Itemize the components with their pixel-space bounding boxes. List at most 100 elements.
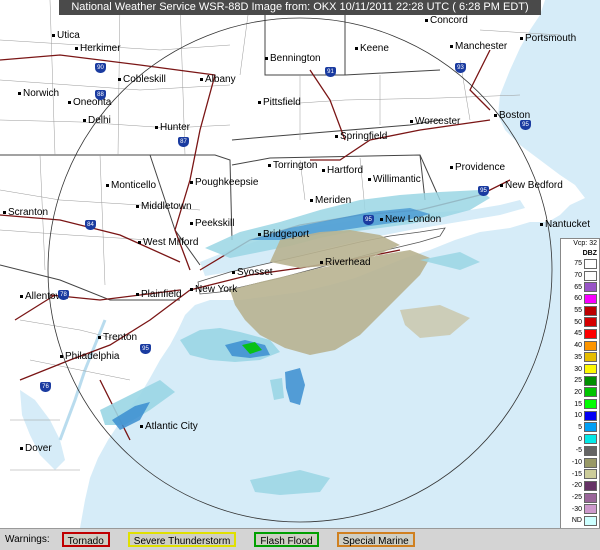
city-name: New London: [385, 214, 442, 225]
city-marker-icon: [258, 232, 261, 236]
legend-color-swatch: [584, 469, 597, 480]
city-label-trenton: Trenton: [98, 332, 137, 343]
city-name: Willimantic: [373, 174, 421, 185]
legend-color-swatch: [584, 340, 597, 351]
city-marker-icon: [138, 240, 141, 244]
city-name: Philadelphia: [65, 351, 120, 362]
legend-row: -30: [561, 503, 599, 515]
city-label-new-london: New London: [380, 214, 441, 225]
city-name: Albany: [205, 74, 236, 85]
city-marker-icon: [258, 100, 261, 104]
legend-color-swatch: [584, 457, 597, 468]
legend-row: -15: [561, 468, 599, 480]
severe-thunderstorm-warning-button[interactable]: Severe Thunderstorm: [127, 532, 237, 547]
legend-color-swatch: [584, 515, 597, 526]
city-label-riverhead: Riverhead: [320, 257, 371, 268]
legend-color-swatch: [584, 492, 597, 503]
city-marker-icon: [450, 44, 453, 48]
legend-row: 0: [561, 433, 599, 445]
special-marine-warning-button[interactable]: Special Marine: [336, 532, 415, 547]
legend-value: 55: [574, 307, 582, 315]
city-marker-icon: [75, 46, 78, 50]
city-label-torrington: Torrington: [268, 160, 317, 171]
legend-color-swatch: [584, 434, 597, 445]
city-label-hartford: Hartford: [322, 165, 363, 176]
city-marker-icon: [450, 165, 453, 169]
interstate-shield-icon: 95: [363, 215, 374, 225]
city-marker-icon: [20, 294, 23, 298]
legend-row: -10: [561, 457, 599, 469]
city-marker-icon: [190, 180, 193, 184]
city-marker-icon: [140, 424, 143, 428]
legend-row: 40: [561, 340, 599, 352]
city-name: Plainfield: [141, 289, 182, 300]
legend-value: 65: [574, 283, 582, 291]
city-name: Portsmouth: [525, 33, 577, 44]
city-name: Pittsfield: [263, 97, 301, 108]
city-marker-icon: [98, 335, 101, 339]
city-marker-icon: [380, 217, 383, 221]
legend-value: 15: [574, 400, 582, 408]
city-marker-icon: [425, 18, 428, 22]
city-label-meriden: Meriden: [310, 195, 351, 206]
legend-row: 50: [561, 316, 599, 328]
city-marker-icon: [355, 46, 358, 50]
city-name: Bridgeport: [263, 229, 310, 240]
legend-color-swatch: [584, 270, 597, 281]
city-label-dover: Dover: [20, 443, 52, 454]
city-name: Manchester: [455, 41, 508, 52]
flash-flood-warning-button[interactable]: Flash Flood: [254, 532, 319, 547]
city-name: Torrington: [273, 160, 318, 171]
warnings-bar: Warnings: Tornado Severe Thunderstorm Fl…: [0, 528, 600, 550]
legend-value: 60: [574, 295, 582, 303]
legend-row: 30: [561, 363, 599, 375]
legend-row: 5: [561, 422, 599, 434]
city-name: Cobleskill: [123, 74, 166, 85]
city-name: Middletown: [141, 201, 192, 212]
legend-value: -5: [575, 447, 582, 455]
city-name: Monticello: [111, 180, 157, 191]
warnings-label: Warnings:: [5, 534, 50, 545]
legend-value: -15: [571, 470, 582, 478]
city-marker-icon: [268, 163, 271, 167]
city-name: New Bedford: [505, 180, 563, 191]
city-label-utica: Utica: [52, 30, 80, 41]
legend-row: ND: [561, 515, 599, 527]
legend-row: 20: [561, 387, 599, 399]
city-marker-icon: [310, 198, 313, 202]
city-marker-icon: [520, 36, 523, 40]
legend-scale: 75 70 65 60 55 50 45 40 35 30 25 20 15 10 5 0 -5 -10 -15 -2…: [561, 258, 599, 527]
interstate-shield-icon: 78: [58, 290, 69, 300]
legend-value: 70: [574, 272, 582, 280]
city-name: Nantucket: [545, 219, 591, 230]
city-label-west-milford: West Milford: [138, 237, 198, 248]
legend-row: 75: [561, 258, 599, 270]
city-marker-icon: [20, 446, 23, 450]
city-marker-icon: [136, 292, 139, 296]
city-marker-icon: [368, 177, 371, 181]
city-label-hunter: Hunter: [155, 122, 190, 133]
interstate-shield-icon: 95: [140, 344, 151, 354]
dbz-legend: Vcp: 32 DBZ 75 70 65 60 55 50 45 40 35 30 25 20 15 10…: [560, 238, 600, 546]
city-marker-icon: [136, 204, 139, 208]
city-name: Bennington: [270, 53, 321, 64]
legend-row: 70: [561, 270, 599, 282]
city-marker-icon: [60, 354, 63, 358]
city-name: New York: [195, 284, 238, 295]
city-marker-icon: [200, 77, 203, 81]
legend-value: 40: [574, 342, 582, 350]
city-marker-icon: [322, 168, 325, 172]
city-label-delhi: Delhi: [83, 115, 111, 126]
city-label-nantucket: Nantucket: [540, 219, 590, 230]
tornado-warning-button[interactable]: Tornado: [61, 532, 110, 547]
legend-row: 60: [561, 293, 599, 305]
city-name: Scranton: [8, 207, 49, 218]
legend-color-swatch: [584, 399, 597, 410]
legend-row: -25: [561, 492, 599, 504]
interstate-shield-icon: 76: [40, 382, 51, 392]
city-name: Norwich: [23, 88, 60, 99]
city-label-bennington: Bennington: [265, 53, 321, 64]
image-header: National Weather Service WSR-88D Image f…: [59, 0, 541, 15]
legend-color-swatch: [584, 480, 597, 491]
city-label-plainfield: Plainfield: [136, 289, 182, 300]
